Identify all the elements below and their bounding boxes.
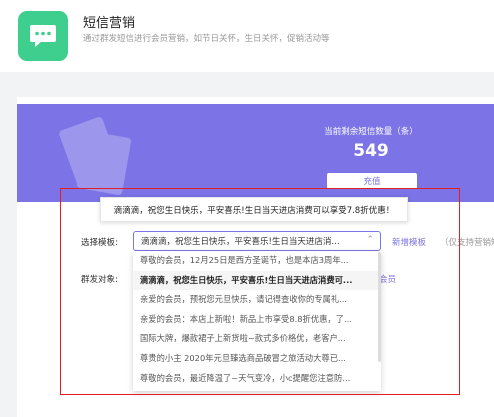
highlight-box (60, 188, 460, 395)
remaining-sms-count: 549 (353, 141, 389, 161)
remaining-sms-label: 当前剩余短信数量（条） (324, 127, 418, 137)
message-bubble-icon (18, 11, 68, 61)
app-header: 短信营销 通过群发短信进行会员营销，如节日关怀，生日关怀，促销活动等 (0, 0, 494, 72)
page-title: 短信营销 (83, 16, 136, 31)
document-decoration-icon (59, 117, 132, 195)
page-description: 通过群发短信进行会员营销，如节日关怀，生日关怀，促销活动等 (83, 34, 330, 44)
